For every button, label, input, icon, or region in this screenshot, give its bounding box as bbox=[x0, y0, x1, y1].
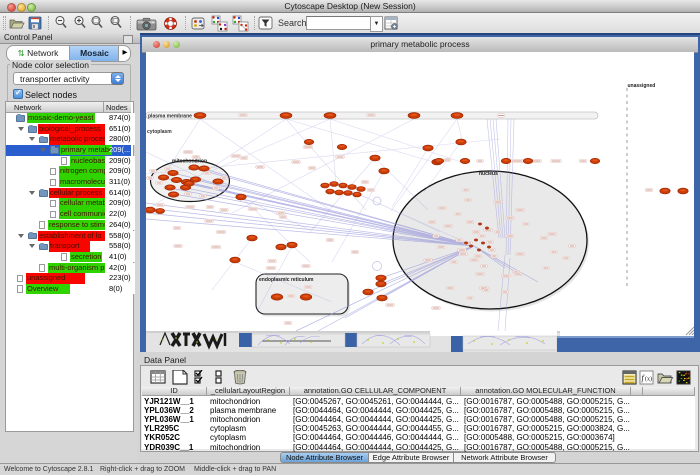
svg-text:(x): (x) bbox=[645, 376, 652, 383]
svg-text:nucleus: nucleus bbox=[479, 171, 498, 177]
svg-text:cytoplasm: cytoplasm bbox=[147, 129, 172, 135]
svg-text:plasma membrane: plasma membrane bbox=[148, 114, 192, 120]
svg-text:mitochondrion: mitochondrion bbox=[172, 159, 207, 165]
svg-text:endoplasmic reticulum: endoplasmic reticulum bbox=[259, 277, 314, 283]
svg-text:unassigned: unassigned bbox=[628, 83, 656, 89]
